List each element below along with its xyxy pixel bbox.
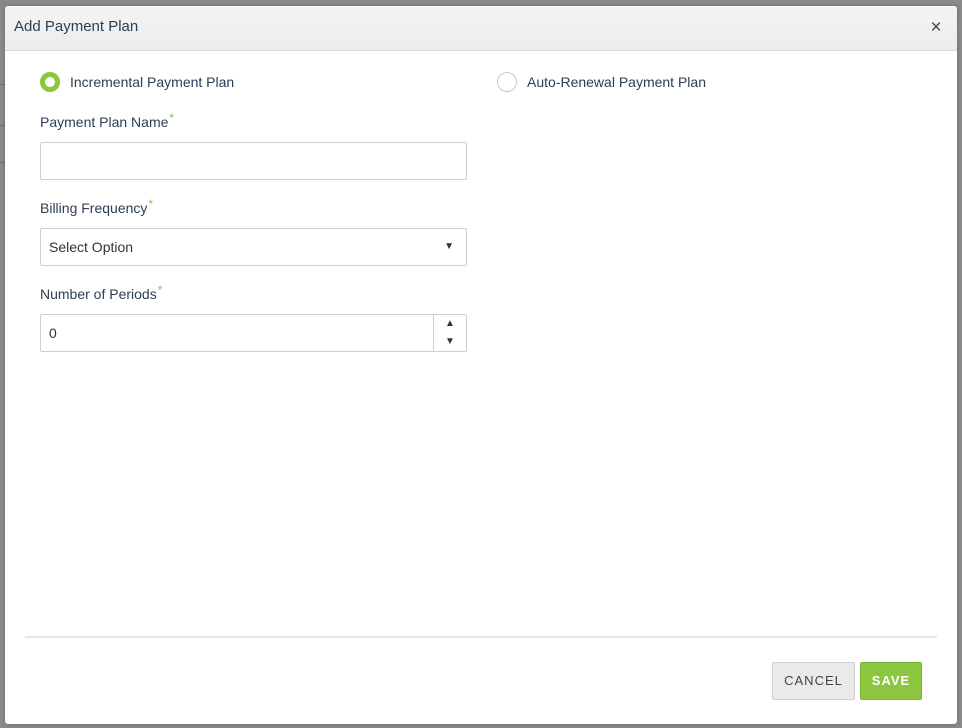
dialog-title: Add Payment Plan (14, 18, 139, 35)
payment-plan-name-input[interactable] (40, 142, 467, 180)
required-asterisk: * (169, 111, 175, 125)
number-of-periods-input[interactable]: 0 ▲ ▼ (40, 314, 467, 352)
radio-unchecked-icon[interactable] (497, 72, 517, 92)
number-of-periods-label: Number of Periods* (40, 283, 163, 302)
billing-frequency-select[interactable]: Select Option ▼ (40, 228, 467, 266)
plan-type-radio-group: Incremental Payment Plan Auto-Renewal Pa… (40, 72, 922, 92)
radio-checked-icon[interactable] (40, 72, 60, 92)
dialog-header: Add Payment Plan × (5, 6, 957, 51)
caret-up-icon[interactable]: ▲ (434, 315, 466, 333)
close-icon[interactable]: × (927, 18, 945, 37)
field-label-text: Billing Frequency (40, 200, 148, 216)
payment-plan-name-label: Payment Plan Name* (40, 111, 175, 130)
number-value: 0 (49, 325, 57, 341)
caret-down-icon: ▼ (444, 241, 454, 252)
number-stepper: ▲ ▼ (433, 315, 466, 351)
save-button[interactable]: SAVE (860, 662, 922, 700)
billing-frequency-label: Billing Frequency* (40, 197, 154, 216)
footer-divider (25, 636, 937, 638)
field-label-text: Number of Periods (40, 286, 157, 302)
cancel-button[interactable]: CANCEL (772, 662, 855, 700)
caret-down-icon[interactable]: ▼ (434, 333, 466, 351)
radio-label: Auto-Renewal Payment Plan (527, 74, 706, 90)
required-asterisk: * (157, 283, 163, 297)
select-value: Select Option (49, 239, 134, 255)
required-asterisk: * (148, 197, 154, 211)
radio-auto-renewal-payment-plan[interactable]: Auto-Renewal Payment Plan (497, 72, 706, 92)
radio-label: Incremental Payment Plan (70, 74, 235, 90)
radio-incremental-payment-plan[interactable]: Incremental Payment Plan (40, 72, 234, 92)
add-payment-plan-dialog: Add Payment Plan × Incremental Payment P… (5, 6, 957, 724)
field-label-text: Payment Plan Name (40, 114, 169, 130)
